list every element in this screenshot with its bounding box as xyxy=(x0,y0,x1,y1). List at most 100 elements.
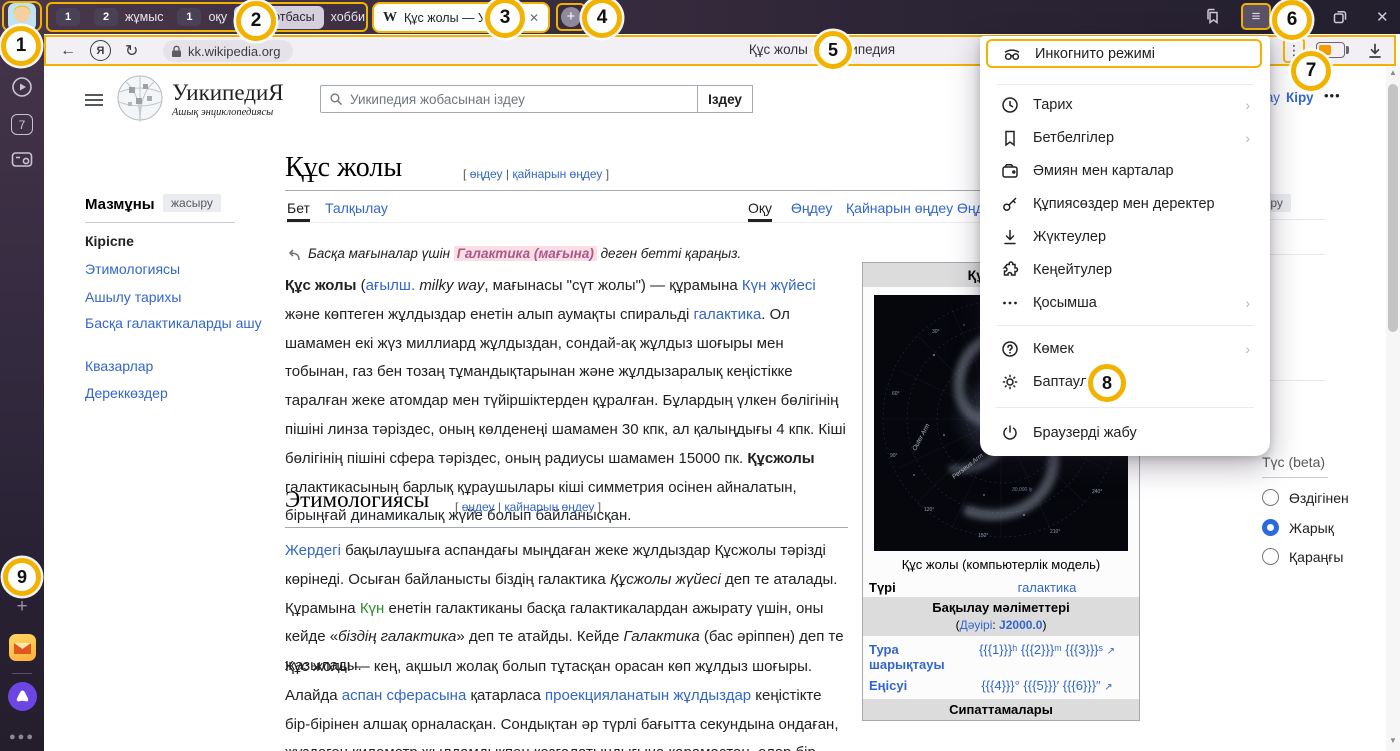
chevron-right-icon: › xyxy=(1245,97,1250,113)
chevron-right-icon: › xyxy=(1245,295,1250,311)
radio-automatic[interactable]: Өздігінен xyxy=(1262,489,1349,506)
play-video-icon[interactable] xyxy=(10,75,34,99)
galaxy-label-scale: 30,000 ly xyxy=(1012,487,1033,493)
screenshot-icon[interactable] xyxy=(10,148,34,170)
address-bar[interactable]: kk.wikipedia.org xyxy=(163,40,293,62)
external-link-icon: ↗ xyxy=(1104,682,1112,693)
menu-item-bookmarks[interactable]: Бетбелгілер › xyxy=(986,123,1264,153)
downloads-toolbar-icon[interactable] xyxy=(1365,41,1385,66)
tab-groups-strip: 1 2 жұмыс 1 оқу 1 отбасы хобби ▼ xyxy=(46,2,368,32)
extensions-icon xyxy=(1000,260,1020,280)
wiki-search-input[interactable]: Уикипедия жобасынан іздеу xyxy=(320,85,698,113)
ra-value-link[interactable]: {{{1}}}ʰ {{{2}}}ᵐ {{{3}}}ˢ ↗ xyxy=(961,642,1133,672)
color-section-rule xyxy=(1262,477,1328,478)
toc-item-etymology[interactable]: Этимологиясы xyxy=(85,260,270,278)
tab-group-5-label[interactable]: хобби xyxy=(331,10,365,24)
menu-item-more[interactable]: Қосымша › xyxy=(986,288,1264,318)
hatnote-text: Басқа мағыналар үшін Галактика (мағына) … xyxy=(308,246,741,261)
menu-item-downloads[interactable]: Жүктеулер xyxy=(986,222,1264,252)
menu-item-passwords[interactable]: Құпиясөздер мен деректер xyxy=(986,189,1264,219)
radio-icon xyxy=(1262,489,1279,506)
callout-2: 2 xyxy=(236,1,276,41)
side-panel-icon[interactable] xyxy=(1203,7,1223,32)
yandex-icon[interactable]: Я xyxy=(90,40,111,61)
callout-6: 6 xyxy=(1272,0,1312,40)
callout-8: 8 xyxy=(1088,364,1126,402)
svg-text:240°: 240° xyxy=(1092,489,1102,495)
callout-5: 5 xyxy=(814,31,852,69)
edit-link[interactable]: өңдеу xyxy=(470,167,503,181)
radio-selected-icon xyxy=(1262,519,1279,536)
toc-item-quasars[interactable]: Квазарлар xyxy=(85,357,270,375)
browser-sidebar: 7 + ●●● xyxy=(0,34,44,751)
scrollbar-thumb[interactable] xyxy=(1388,84,1398,332)
menu-item-incognito[interactable]: Инкогнито режимі xyxy=(986,39,1262,68)
tab-edit-source[interactable]: Қайнарын өңдеу xyxy=(846,200,953,216)
wiki-wordmark[interactable]: УикипедиЯ xyxy=(172,80,284,106)
scroll-up-icon[interactable]: ▲ xyxy=(1386,68,1400,77)
color-section-label: Түс (beta) xyxy=(1262,454,1325,470)
edit-link[interactable]: өңдеу xyxy=(462,500,495,514)
refresh-icon[interactable]: ↻ xyxy=(125,41,138,61)
edit-source-link[interactable]: қайнарын өңдеу xyxy=(512,167,602,181)
menu-divider xyxy=(996,325,1254,326)
tab-group-2-badge[interactable]: 2 xyxy=(94,8,118,26)
tab-group-1[interactable]: 1 xyxy=(56,8,80,26)
ra-label-link[interactable]: Тура шарықтауы xyxy=(869,642,961,672)
radio-light[interactable]: Жарық xyxy=(1262,519,1334,536)
menu-item-history[interactable]: Тарих › xyxy=(986,90,1264,120)
menu-item-wallet[interactable]: Әмиян мен карталар xyxy=(986,156,1264,186)
h2-edit-links: [ өңдеу | қайнарын өңдеу ] xyxy=(455,500,601,514)
toc-item-history[interactable]: Ашылу тарихы xyxy=(85,288,270,306)
svg-text:30°: 30° xyxy=(932,329,940,335)
dec-value-link[interactable]: {{{4}}}° {{{5}}}′ {{{6}}}″ ↗ xyxy=(961,678,1133,693)
search-button[interactable]: Іздеу xyxy=(697,85,753,113)
svg-text:150°: 150° xyxy=(978,533,988,539)
tab-counter-icon[interactable]: 7 xyxy=(11,114,33,135)
browser-menu-button[interactable]: ≡ xyxy=(1241,3,1271,30)
callout-7: 7 xyxy=(1291,51,1331,91)
toc-item-other-galaxies[interactable]: Басқа галактикаларды ашу xyxy=(85,314,270,332)
tab-talk[interactable]: Талқылау xyxy=(325,200,388,216)
header-more-icon[interactable]: ••• xyxy=(1324,88,1341,103)
close-window-icon[interactable]: ✕ xyxy=(1376,8,1389,26)
radio-dark[interactable]: Қараңғы xyxy=(1262,548,1343,565)
external-link-icon: ↗ xyxy=(1107,646,1115,657)
menu-item-close-browser[interactable]: Браузерді жабу xyxy=(986,418,1264,448)
article-title: Құс жолы xyxy=(285,152,402,184)
toc-item-intro[interactable]: Кіріспе xyxy=(85,232,270,250)
type-value-link[interactable]: галактика xyxy=(961,580,1133,595)
title-edit-links: [ өңдеу | қайнарын өңдеу ] xyxy=(463,167,609,181)
toc-title: Мазмұны xyxy=(85,196,155,213)
incognito-icon xyxy=(1002,44,1022,64)
menu-item-extensions[interactable]: Кеңейтулер xyxy=(986,255,1264,285)
toc-item-sources[interactable]: Дереккөздер xyxy=(85,384,270,402)
restore-window-icon[interactable] xyxy=(1331,8,1349,31)
tab-group-2-label[interactable]: жұмыс xyxy=(125,10,163,24)
etymology-paragraph-2: Құс жолы — кең, ақшыл жолақ болып тұтасқ… xyxy=(285,653,848,751)
dec-label-link[interactable]: Еңісуі xyxy=(869,678,961,693)
heading-rule xyxy=(285,527,848,528)
tab-page[interactable]: Бет xyxy=(287,200,310,222)
add-panel-icon[interactable]: + xyxy=(0,596,44,618)
sidebar-divider xyxy=(12,673,32,674)
wikipedia-logo[interactable] xyxy=(116,74,164,127)
tab-group-3-label[interactable]: оқу xyxy=(208,10,227,24)
sidebar-more-icon[interactable]: ●●● xyxy=(0,731,44,743)
wiki-menu-icon[interactable] xyxy=(85,91,103,109)
tab-read[interactable]: Оқу xyxy=(748,200,772,222)
menu-divider xyxy=(996,84,1254,85)
back-icon[interactable]: ← xyxy=(60,42,76,60)
scroll-down-icon[interactable]: ▼ xyxy=(1386,736,1400,745)
login-link[interactable]: Кіру xyxy=(1286,90,1314,105)
tab-edit[interactable]: Өңдеу xyxy=(791,200,832,216)
mail-app-icon[interactable] xyxy=(9,634,36,661)
alice-assistant-icon[interactable] xyxy=(8,682,37,711)
hatnote: Басқа мағыналар үшін Галактика (мағына) … xyxy=(285,246,845,263)
tab-group-3-badge[interactable]: 1 xyxy=(177,8,201,26)
downloads-icon xyxy=(1000,227,1020,247)
menu-item-help[interactable]: Көмек › xyxy=(986,334,1264,364)
tab-close-icon[interactable]: ✕ xyxy=(529,11,539,25)
edit-source-link[interactable]: қайнарын өңдеу xyxy=(504,500,594,514)
toc-hide-button[interactable]: жасыру xyxy=(163,194,221,212)
